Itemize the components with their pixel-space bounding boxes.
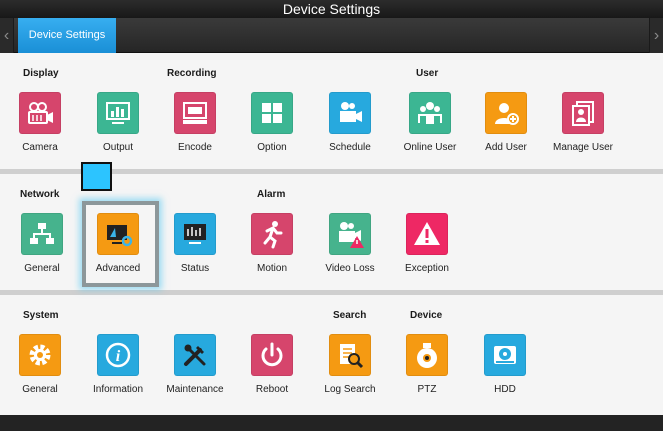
item-label: Exception: [405, 263, 449, 274]
selection-highlight: [82, 201, 159, 287]
item-add-user[interactable]: Add User: [466, 92, 546, 162]
item-label: Motion: [256, 263, 287, 274]
item-label: Output: [102, 142, 134, 153]
window-title: Device Settings: [0, 0, 663, 18]
item-label: Schedule: [329, 142, 371, 153]
item-label: Status: [180, 263, 210, 274]
item-output[interactable]: Output: [78, 92, 158, 162]
item-label: Manage User: [552, 142, 614, 153]
add-user-icon: [485, 92, 527, 134]
log-search-icon: [329, 334, 371, 376]
tab-device-settings[interactable]: Device Settings: [18, 18, 116, 53]
item-label: PTZ: [417, 384, 437, 395]
section-label-display: Display: [23, 68, 59, 79]
section-label-search: Search: [333, 310, 367, 321]
section-system-search-device: System Search Device General i Informati…: [0, 295, 663, 415]
item-status[interactable]: Status: [155, 213, 235, 283]
section-label-recording: Recording: [167, 68, 217, 79]
ptz-camera-icon: [406, 334, 448, 376]
item-label: Reboot: [255, 384, 289, 395]
item-ptz[interactable]: PTZ: [387, 334, 467, 404]
item-log-search[interactable]: Log Search: [310, 334, 390, 404]
grid-icon: [251, 92, 293, 134]
scroll-left-arrow-icon[interactable]: ‹: [0, 18, 14, 53]
item-label: Information: [92, 384, 144, 395]
manage-user-icon: [562, 92, 604, 134]
item-schedule[interactable]: Schedule: [310, 92, 390, 162]
power-icon: [251, 334, 293, 376]
item-label: Online User: [403, 142, 457, 153]
device-settings-window: Device Settings ‹ Device Settings › Disp…: [0, 0, 663, 431]
item-label: Add User: [485, 142, 527, 153]
video-schedule-icon: [329, 92, 371, 134]
item-information[interactable]: i Information: [78, 334, 158, 404]
item-reboot[interactable]: Reboot: [232, 334, 312, 404]
section-label-network: Network: [20, 189, 60, 200]
section-label-system: System: [23, 310, 59, 321]
bottom-bar: [0, 415, 663, 431]
item-label: Maintenance: [166, 384, 224, 395]
section-label-alarm: Alarm: [257, 189, 286, 200]
monitor-status-icon: [174, 213, 216, 255]
item-label: HDD: [494, 384, 516, 395]
hdd-icon: [484, 334, 526, 376]
section-label-device: Device: [410, 310, 443, 321]
item-option[interactable]: Option: [232, 92, 312, 162]
cursor-marker: [81, 162, 112, 191]
item-hdd[interactable]: HDD: [465, 334, 545, 404]
camera-settings-icon: [19, 92, 61, 134]
item-label: General: [24, 263, 60, 274]
monitor-chart-icon: [97, 92, 139, 134]
section-display-recording-user: Display Recording User Camera Output Enc…: [0, 53, 663, 169]
item-encode[interactable]: Encode: [155, 92, 235, 162]
item-network-general[interactable]: General: [2, 213, 82, 283]
item-label: Option: [257, 142, 287, 153]
warning-icon: [406, 213, 448, 255]
encoder-icon: [174, 92, 216, 134]
users-icon: [409, 92, 451, 134]
item-maintenance[interactable]: Maintenance: [155, 334, 235, 404]
info-icon: i: [97, 334, 139, 376]
running-person-icon: [251, 213, 293, 255]
video-loss-icon: [329, 213, 371, 255]
item-label: Encode: [178, 142, 212, 153]
item-system-general[interactable]: General: [0, 334, 80, 404]
item-video-loss[interactable]: Video Loss: [310, 213, 390, 283]
item-camera[interactable]: Camera: [0, 92, 80, 162]
svg-text:i: i: [116, 348, 121, 365]
item-exception[interactable]: Exception: [387, 213, 467, 283]
section-label-user: User: [416, 68, 439, 79]
item-motion[interactable]: Motion: [232, 213, 312, 283]
tab-bar: ‹ Device Settings ›: [0, 18, 663, 53]
item-label: Video Loss: [325, 263, 375, 274]
network-icon: [21, 213, 63, 255]
item-label: Camera: [22, 142, 58, 153]
scroll-right-arrow-icon[interactable]: ›: [649, 18, 663, 53]
item-online-user[interactable]: Online User: [390, 92, 470, 162]
item-manage-user[interactable]: Manage User: [543, 92, 623, 162]
tools-icon: [174, 334, 216, 376]
item-label: Log Search: [324, 384, 376, 395]
item-label: General: [22, 384, 58, 395]
gear-icon: [19, 334, 61, 376]
